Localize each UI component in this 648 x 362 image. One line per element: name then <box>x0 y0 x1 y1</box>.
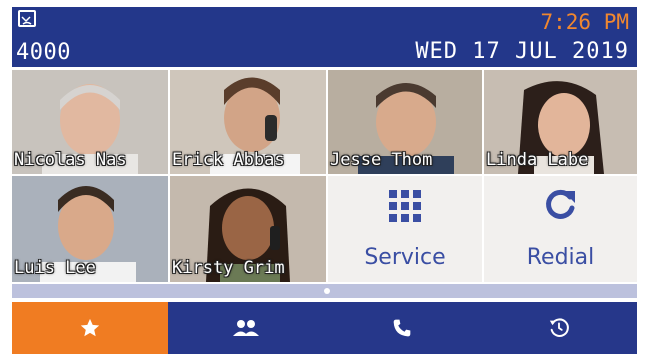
contacts-icon <box>233 320 259 336</box>
nav-contacts[interactable] <box>168 302 324 354</box>
page-indicator-dot <box>324 288 330 294</box>
extension-number: 4000 <box>16 40 71 65</box>
favorite-contact-tile[interactable]: Erick Abbas <box>170 70 326 174</box>
favorite-contact-tile[interactable]: Kirsty Grim <box>170 176 326 282</box>
phone-icon <box>393 319 411 337</box>
service-button[interactable]: Service <box>328 176 482 282</box>
favorite-contact-tile[interactable]: Nicolas Nas <box>12 70 168 174</box>
contact-name: Linda Labe <box>486 150 589 170</box>
redial-label: Redial <box>526 245 595 270</box>
nav-calls[interactable] <box>324 302 480 354</box>
contact-name: Nicolas Nas <box>14 150 127 170</box>
favorite-contact-tile[interactable]: Linda Labe <box>484 70 637 174</box>
redial-icon <box>546 189 575 219</box>
star-icon <box>80 318 100 337</box>
clock-date: WED 17 JUL 2019 <box>415 39 629 64</box>
contact-name: Kirsty Grim <box>172 258 285 278</box>
grid-icon <box>389 190 421 222</box>
service-label: Service <box>364 245 446 270</box>
status-header: 4000 7:26 PM WED 17 JUL 2019 <box>12 7 637 67</box>
history-icon <box>549 318 569 337</box>
favorite-contact-tile[interactable]: Jesse Thom <box>328 70 482 174</box>
nav-history[interactable] <box>480 302 637 354</box>
favorite-contact-tile[interactable]: Luis Lee <box>12 176 168 282</box>
bottom-nav <box>12 302 637 354</box>
contact-name: Erick Abbas <box>172 150 285 170</box>
redial-button[interactable]: Redial <box>484 176 637 282</box>
missed-call-icon <box>18 10 36 27</box>
clock-time: 7:26 PM <box>540 10 629 34</box>
favorites-grid: Nicolas Nas Erick Abbas Jesse Thom Linda… <box>12 70 637 282</box>
nav-favorites[interactable] <box>12 302 168 354</box>
contact-name: Luis Lee <box>14 258 96 278</box>
contact-name: Jesse Thom <box>330 150 433 170</box>
